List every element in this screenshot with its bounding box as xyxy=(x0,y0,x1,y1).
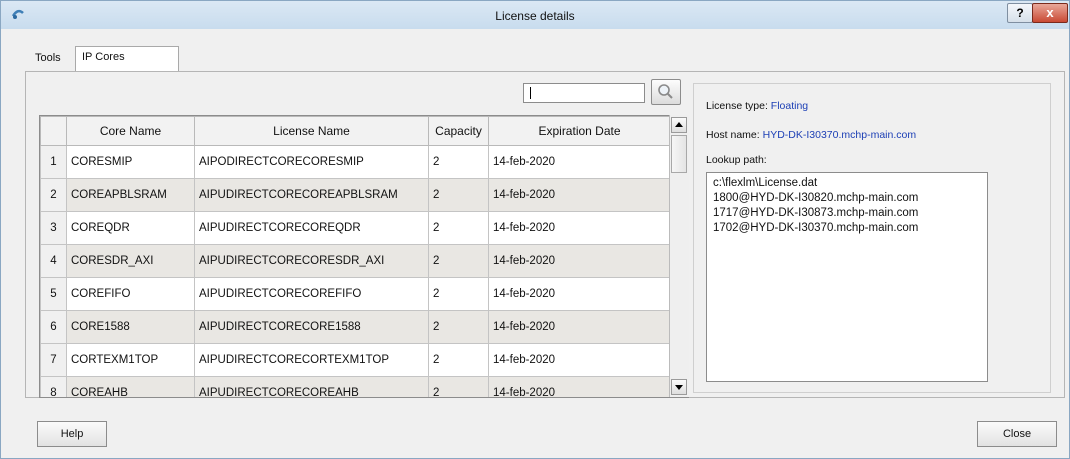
cell-expiration-date[interactable]: 14-feb-2020 xyxy=(488,277,671,311)
scroll-down-icon xyxy=(675,385,683,390)
lookup-path-item: 1800@HYD-DK-I30820.mchp-main.com xyxy=(713,192,919,204)
table-row[interactable]: 2 COREAPBLSRAM AIPUDIRECTCORECOREAPBLSRAM 2… xyxy=(40,178,671,212)
cell-core-name[interactable]: CORE1588 xyxy=(66,310,195,344)
license-type-value: Floating xyxy=(770,100,809,112)
cell-core-name[interactable]: COREQDR xyxy=(66,211,195,245)
host-name-row: Host name: HYD-DK-I30370.mchp-main.com xyxy=(706,129,916,141)
table-row[interactable]: 7 CORTEXM1TOP AIPUDIRECTCORECORTEXM1TOP 2 14… xyxy=(40,343,671,377)
cell-license-name[interactable]: AIPUDIRECTCORECORE1588 xyxy=(194,310,429,344)
table-row[interactable]: 4 CORESDR_AXI AIPUDIRECTCORECORESDR_AXI 2 14… xyxy=(40,244,671,278)
table-row[interactable]: 3 COREQDR AIPUDIRECTCORECOREQDR 2 14-feb-202… xyxy=(40,211,671,245)
row-number: 6 xyxy=(40,310,67,344)
lookup-path-label: Lookup path: xyxy=(706,154,767,166)
lookup-path-item: c:\flexlm\License.dat xyxy=(713,177,818,189)
cell-core-name[interactable]: CORTEXM1TOP xyxy=(66,343,195,377)
cell-license-name[interactable]: AIPUDIRECTCORECOREAPBLSRAM xyxy=(194,178,429,212)
cell-core-name[interactable]: CORESMIP xyxy=(66,145,195,179)
cell-license-name[interactable]: AIPUDIRECTCORECORESDR_AXI xyxy=(194,244,429,278)
host-name-label: Host name: xyxy=(706,129,760,141)
cell-license-name[interactable]: AIPUDIRECTCORECOREFIFO xyxy=(194,277,429,311)
close-button[interactable]: Close xyxy=(977,421,1057,447)
lookup-path-list[interactable]: c:\flexlm\License.dat 1800@HYD-DK-I30820… xyxy=(706,172,988,382)
cell-expiration-date[interactable]: 14-feb-2020 xyxy=(488,145,671,179)
cell-core-name[interactable]: CORESDR_AXI xyxy=(66,244,195,278)
column-header-capacity[interactable]: Capacity xyxy=(428,116,489,146)
table-row[interactable]: 6 CORE1588 AIPUDIRECTCORECORE1588 2 14-feb-2… xyxy=(40,310,671,344)
table-row[interactable]: 5 COREFIFO AIPUDIRECTCORECOREFIFO 2 14-feb-2… xyxy=(40,277,671,311)
row-number: 7 xyxy=(40,343,67,377)
cell-license-name[interactable]: AIPUDIRECTCORECOREAHB xyxy=(194,376,429,397)
cell-expiration-date[interactable]: 14-feb-2020 xyxy=(488,244,671,278)
column-header-license-name[interactable]: License Name xyxy=(194,116,429,146)
ip-cores-table: Core Name License Name Capacity Expirati… xyxy=(39,115,689,398)
column-header-core-name[interactable]: Core Name xyxy=(66,116,195,146)
table-scrollbar[interactable] xyxy=(669,115,689,397)
cell-license-name[interactable]: AIPUDIRECTCORECORTEXM1TOP xyxy=(194,343,429,377)
title-help-button[interactable]: ? xyxy=(1007,3,1033,23)
cell-expiration-date[interactable]: 14-feb-2020 xyxy=(488,178,671,212)
host-name-value: HYD-DK-I30370.mchp-main.com xyxy=(762,129,917,141)
cell-capacity[interactable]: 2 xyxy=(428,343,489,377)
row-number: 8 xyxy=(40,376,67,397)
cell-core-name[interactable]: COREAHB xyxy=(66,376,195,397)
search-icon xyxy=(652,84,680,107)
row-number: 5 xyxy=(40,277,67,311)
table-row[interactable]: 1 CORESMIP AIPODIRECTCORECORESMIP 2 14-feb-2… xyxy=(40,145,671,179)
license-type-row: License type: Floating xyxy=(706,100,808,112)
window-title: License details xyxy=(495,9,575,23)
cell-capacity[interactable]: 2 xyxy=(428,244,489,278)
cell-capacity[interactable]: 2 xyxy=(428,376,489,397)
lookup-path-item: 1702@HYD-DK-I30370.mchp-main.com xyxy=(713,222,919,234)
cell-capacity[interactable]: 2 xyxy=(428,178,489,212)
row-number: 4 xyxy=(40,244,67,278)
cell-license-name[interactable]: AIPUDIRECTCORECOREQDR xyxy=(194,211,429,245)
row-number: 2 xyxy=(40,178,67,212)
search-button[interactable] xyxy=(651,79,681,105)
help-button[interactable]: Help xyxy=(37,421,107,447)
tab-ip-cores[interactable]: IP Cores xyxy=(75,46,179,71)
scroll-up-button[interactable] xyxy=(671,117,687,133)
cell-capacity[interactable]: 2 xyxy=(428,310,489,344)
cell-core-name[interactable]: COREAPBLSRAM xyxy=(66,178,195,212)
text-caret xyxy=(530,87,531,99)
cell-license-name[interactable]: AIPODIRECTCORECORESMIP xyxy=(194,145,429,179)
cell-capacity[interactable]: 2 xyxy=(428,277,489,311)
cell-expiration-date[interactable]: 14-feb-2020 xyxy=(488,376,671,397)
search-input[interactable] xyxy=(523,83,645,103)
table-row[interactable]: 8 COREAHB AIPUDIRECTCORECOREAHB 2 14-feb-202… xyxy=(40,376,671,397)
title-bar: License details ? x xyxy=(1,1,1069,29)
cell-capacity[interactable]: 2 xyxy=(428,145,489,179)
scroll-up-icon xyxy=(675,122,683,127)
lookup-path-item: 1717@HYD-DK-I30873.mchp-main.com xyxy=(713,207,919,219)
cell-expiration-date[interactable]: 14-feb-2020 xyxy=(488,211,671,245)
column-header-expiration-date[interactable]: Expiration Date xyxy=(488,116,671,146)
cell-expiration-date[interactable]: 14-feb-2020 xyxy=(488,343,671,377)
title-close-button[interactable]: x xyxy=(1032,3,1068,23)
scroll-down-button[interactable] xyxy=(671,379,687,395)
row-number: 1 xyxy=(40,145,67,179)
license-details-window: License details ? x Tools IP Cores Core … xyxy=(0,0,1070,459)
row-number: 3 xyxy=(40,211,67,245)
row-number-header xyxy=(40,116,67,146)
license-info-panel: License type: Floating Host name: HYD-DK… xyxy=(693,83,1051,393)
cell-expiration-date[interactable]: 14-feb-2020 xyxy=(488,310,671,344)
cell-capacity[interactable]: 2 xyxy=(428,211,489,245)
cell-core-name[interactable]: COREFIFO xyxy=(66,277,195,311)
scroll-thumb[interactable] xyxy=(671,135,687,173)
tab-tools[interactable]: Tools xyxy=(29,48,75,70)
license-type-label: License type: xyxy=(706,100,768,112)
